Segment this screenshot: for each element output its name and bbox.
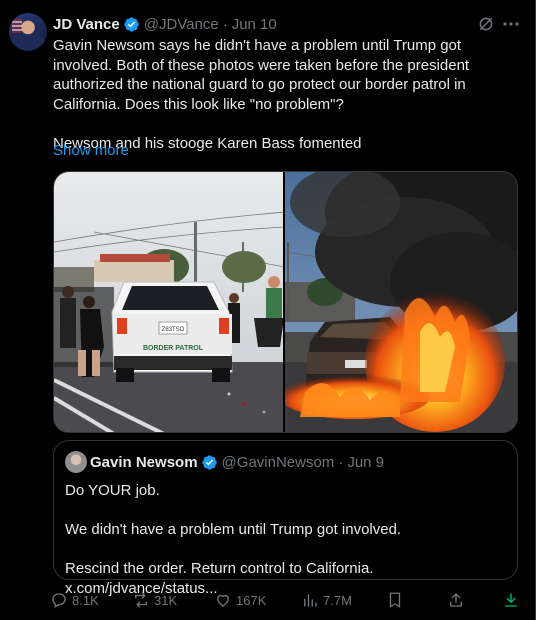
- vehicle-scene: Z83TSO BORDER PATROL: [54, 172, 283, 432]
- quoted-author-handle[interactable]: @GavinNewsom: [222, 454, 335, 471]
- download-button[interactable]: [502, 588, 524, 612]
- heart-icon: [217, 594, 229, 607]
- verified-badge-icon: [124, 16, 139, 32]
- tweet-card[interactable]: JD Vance @JDVance · Jun 10 Gavin Newsom …: [0, 0, 536, 620]
- reply-icon: [52, 593, 66, 608]
- show-more-link[interactable]: Show more: [53, 142, 129, 159]
- bookmark-button[interactable]: [386, 588, 408, 612]
- like-button[interactable]: 167K: [214, 588, 266, 612]
- share-icon: [450, 593, 462, 607]
- bookmark-icon: [389, 592, 401, 608]
- tweet-text: Gavin Newsom says he didn't have a probl…: [53, 36, 523, 154]
- views-button[interactable]: 7.7M: [301, 588, 352, 612]
- views-icon: [304, 594, 317, 607]
- vehicle-label: BORDER PATROL: [143, 345, 204, 352]
- verified-badge-icon: [201, 454, 217, 470]
- photo-burning-car[interactable]: [285, 172, 517, 432]
- quoted-tweet[interactable]: Gavin Newsom @GavinNewsom · Jun 9 Do YOU…: [53, 440, 518, 597]
- tweet-media[interactable]: Z83TSO BORDER PATROL: [53, 171, 518, 433]
- quoted-tweet-header: Gavin Newsom @GavinNewsom · Jun 9: [90, 452, 384, 472]
- quoted-paragraph: We didn't have a problem until Trump got…: [65, 521, 402, 539]
- author-avatar[interactable]: [9, 13, 47, 51]
- reply-count: 8.1K: [72, 592, 99, 608]
- like-count: 167K: [236, 592, 267, 608]
- quoted-paragraph: Do YOUR job.: [65, 482, 160, 499]
- share-button[interactable]: [447, 588, 469, 612]
- action-bar: 8.1K 31K 167K 7.7M: [50, 588, 526, 612]
- license-plate: Z83TSO: [162, 327, 185, 333]
- grok-icon[interactable]: [477, 15, 495, 33]
- repost-button[interactable]: 31K: [132, 588, 177, 612]
- quoted-author-name[interactable]: Gavin Newsom: [90, 454, 198, 471]
- repost-count: 31K: [154, 592, 178, 608]
- quoted-tweet-date[interactable]: Jun 9: [347, 454, 384, 471]
- tweet-date[interactable]: Jun 10: [232, 16, 277, 33]
- author-name[interactable]: JD Vance: [53, 16, 120, 33]
- views-count: 7.7M: [323, 592, 352, 608]
- quoted-author-avatar[interactable]: [65, 451, 87, 473]
- repost-icon: [135, 592, 147, 608]
- author-handle[interactable]: @JDVance: [144, 16, 219, 33]
- photo-border-patrol-vehicle[interactable]: Z83TSO BORDER PATROL: [54, 172, 285, 432]
- quoted-tweet-text: Do YOUR job. We didn't have a problem un…: [65, 481, 515, 599]
- burning-car-scene: [285, 172, 517, 432]
- reply-button[interactable]: 8.1K: [50, 588, 99, 612]
- header-separator: ·: [222, 15, 228, 33]
- tweet-paragraph: Gavin Newsom says he didn't have a probl…: [53, 37, 470, 113]
- more-options-icon[interactable]: [501, 15, 521, 33]
- download-icon: [505, 593, 517, 607]
- tweet-header: JD Vance @JDVance · Jun 10: [53, 14, 277, 34]
- header-separator: ·: [338, 453, 344, 471]
